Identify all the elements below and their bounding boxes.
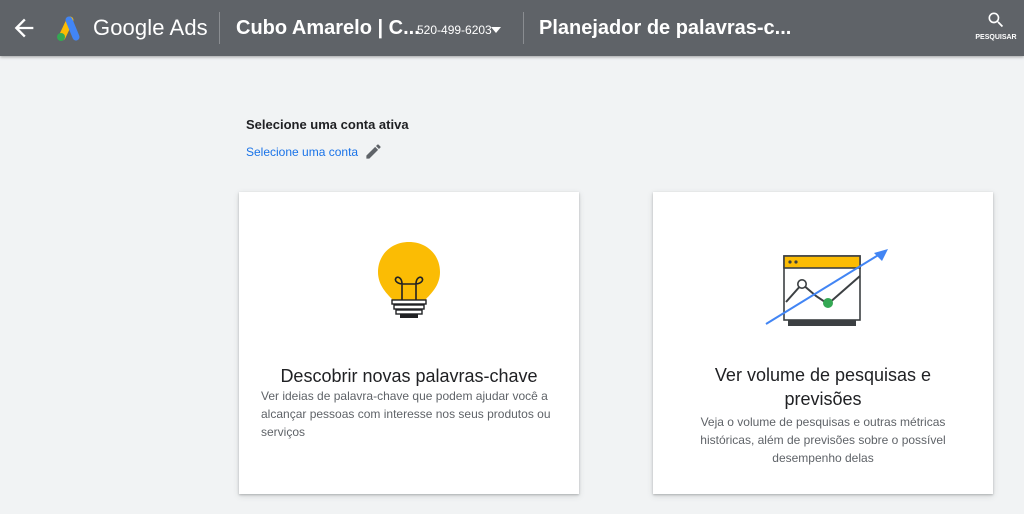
- select-account-link-text[interactable]: Selecione uma conta: [246, 144, 358, 160]
- caret-down-icon: [491, 27, 501, 33]
- card-description: Veja o volume de pesquisas e outras métr…: [700, 415, 946, 465]
- arrow-left-icon: [14, 18, 34, 38]
- search-label: PESQUISAR: [975, 34, 1017, 41]
- page-title: Planejador de palavras-c...: [539, 17, 792, 39]
- search-volume-card[interactable]: Ver volume de pesquisas e previsões Veja…: [653, 192, 993, 494]
- search-icon: [988, 12, 1004, 28]
- header-divider: [523, 12, 524, 44]
- trend-chart-icon: [765, 249, 888, 326]
- card-title: Ver volume de pesquisas e previsões: [714, 365, 932, 409]
- back-button[interactable]: [10, 14, 38, 42]
- product-name[interactable]: Google Ads: [93, 14, 208, 42]
- search-button[interactable]: PESQUISAR: [968, 7, 1024, 49]
- account-switcher-button[interactable]: [489, 23, 503, 37]
- card-description: Ver ideias de palavra-chave que podem aj…: [261, 389, 551, 439]
- select-account-link[interactable]: Selecione uma conta: [246, 142, 383, 162]
- lightbulb-icon: [378, 242, 440, 318]
- account-id[interactable]: 520-499-6203: [417, 22, 492, 38]
- google-ads-logo[interactable]: [54, 14, 84, 42]
- discover-keywords-card[interactable]: Descobrir novas palavras-chave Ver ideia…: [239, 192, 579, 494]
- card-title: Descobrir novas palavras-chave: [280, 366, 538, 386]
- account-name[interactable]: Cubo Amarelo | C...: [236, 15, 420, 41]
- pencil-icon[interactable]: [364, 142, 383, 161]
- select-account-heading: Selecione uma conta ativa: [246, 117, 409, 132]
- top-app-bar: Google Ads Cubo Amarelo | C... 520-499-6…: [0, 0, 1024, 56]
- header-divider: [219, 12, 220, 44]
